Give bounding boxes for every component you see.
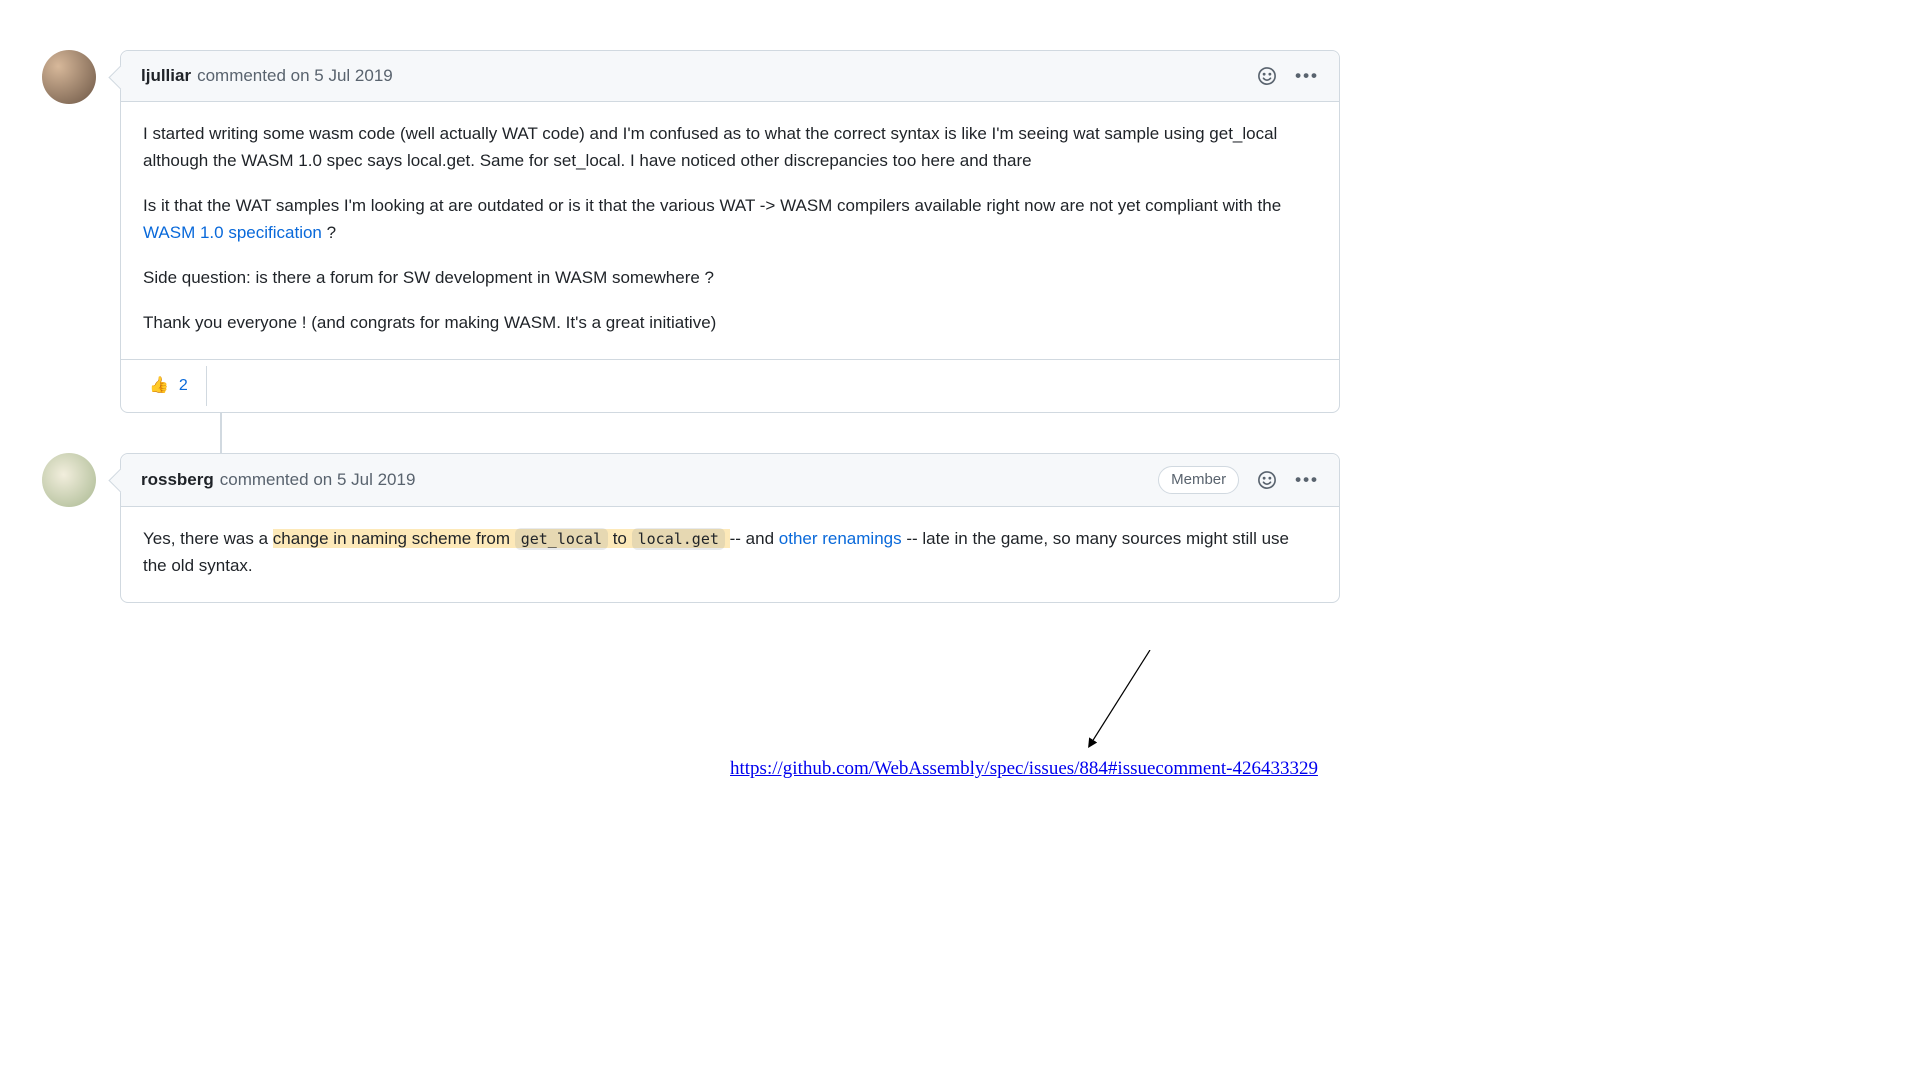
reaction-count: 2: [179, 374, 188, 398]
author-link[interactable]: ljulliar: [141, 63, 191, 89]
avatar[interactable]: [42, 453, 96, 507]
comment-date[interactable]: on 5 Jul 2019: [313, 467, 415, 493]
smiley-icon[interactable]: [1257, 66, 1277, 86]
spec-link[interactable]: WASM 1.0 specification: [143, 223, 322, 242]
thumbsup-icon: 👍: [149, 374, 169, 398]
comment-box: ljulliar commented on 5 Jul 2019 ••• I s…: [120, 50, 1340, 413]
author-link[interactable]: rossberg: [141, 467, 214, 493]
paragraph: Side question: is there a forum for SW d…: [143, 264, 1317, 291]
comment-body: Yes, there was a change in naming scheme…: [121, 507, 1339, 601]
reactions-bar: 👍 2: [121, 359, 1339, 412]
comment-box: rossberg commented on 5 Jul 2019 Member …: [120, 453, 1340, 603]
smiley-icon[interactable]: [1257, 470, 1277, 490]
annotation-arrow: [1080, 650, 1160, 750]
renamings-link[interactable]: other renamings: [779, 529, 902, 548]
comment-date[interactable]: on 5 Jul 2019: [291, 63, 393, 89]
role-badge: Member: [1158, 466, 1239, 495]
comment-action: commented: [197, 63, 286, 89]
paragraph: Thank you everyone ! (and congrats for m…: [143, 309, 1317, 336]
reaction-thumbsup[interactable]: 👍 2: [131, 366, 207, 406]
comment-action: commented: [220, 467, 309, 493]
highlight: change in naming scheme from get_local t…: [273, 529, 730, 548]
kebab-icon[interactable]: •••: [1295, 63, 1319, 89]
comment-header: ljulliar commented on 5 Jul 2019 •••: [121, 51, 1339, 102]
avatar[interactable]: [42, 50, 96, 104]
paragraph: Is it that the WAT samples I'm looking a…: [143, 192, 1317, 246]
comment-block: ljulliar commented on 5 Jul 2019 ••• I s…: [120, 50, 1340, 413]
comment-block: rossberg commented on 5 Jul 2019 Member …: [120, 453, 1340, 603]
paragraph: I started writing some wasm code (well a…: [143, 120, 1317, 174]
comment-header: rossberg commented on 5 Jul 2019 Member …: [121, 454, 1339, 508]
code-inline: get_local: [515, 528, 608, 550]
code-inline: local.get: [632, 528, 725, 550]
comment-body: I started writing some wasm code (well a…: [121, 102, 1339, 359]
kebab-icon[interactable]: •••: [1295, 467, 1319, 493]
annotation-url[interactable]: https://github.com/WebAssembly/spec/issu…: [730, 755, 1318, 784]
paragraph: Yes, there was a change in naming scheme…: [143, 525, 1317, 579]
